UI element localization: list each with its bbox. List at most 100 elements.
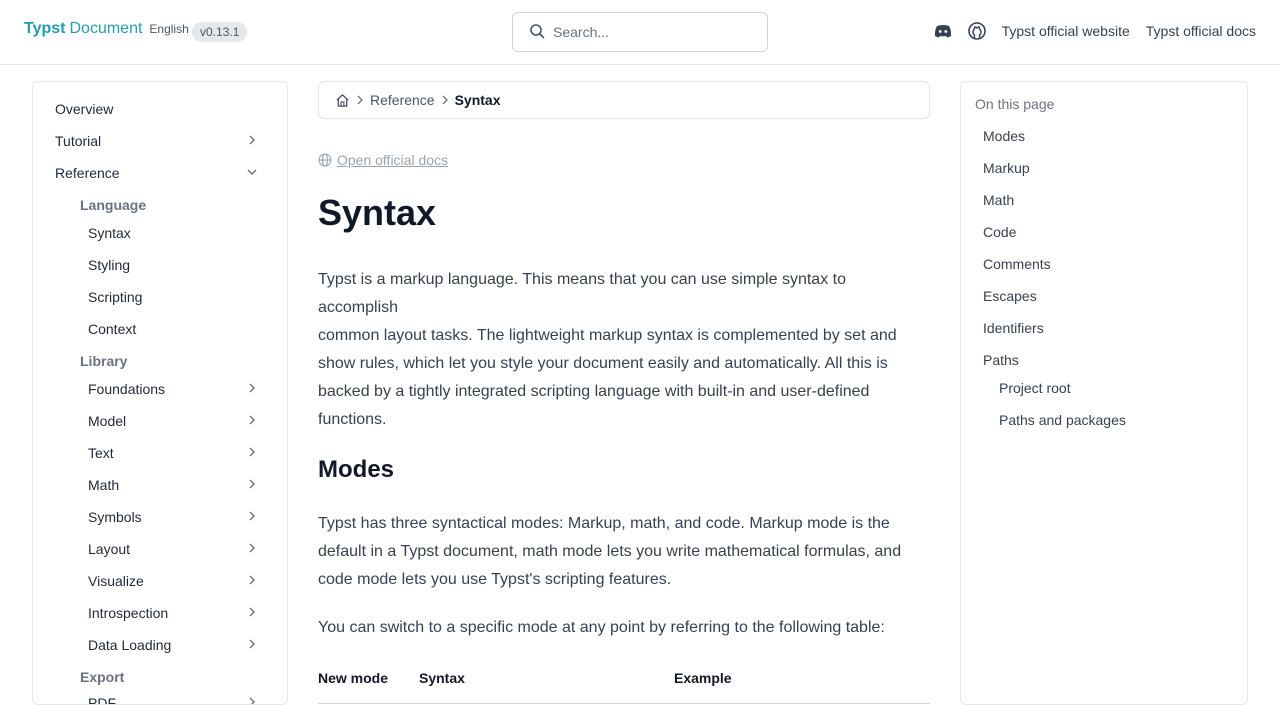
- sidebar-group-label: Library: [80, 353, 128, 369]
- breadcrumb-current: Syntax: [454, 92, 501, 108]
- sidebar-item-label: Text: [88, 445, 114, 461]
- chevron-down-icon: [247, 169, 257, 175]
- toc-item-math[interactable]: Math: [983, 192, 1014, 208]
- sidebar-group-export: Export: [33, 663, 287, 691]
- page-title: Syntax: [318, 192, 437, 233]
- table-header-new-mode: New mode: [318, 670, 389, 686]
- chevron-right-icon: [356, 95, 364, 105]
- chevron-right-icon: [441, 95, 449, 105]
- chevron-right-icon: [249, 639, 255, 649]
- sidebar-item-label: Styling: [88, 257, 131, 273]
- chevron-right-icon: [249, 607, 255, 617]
- sidebar-item-styling[interactable]: Styling: [33, 251, 287, 279]
- top-header: Typst Document English v0.13.1 Search...…: [0, 0, 1280, 65]
- chevron-right-icon: [249, 383, 255, 393]
- sidebar-item-data-loading[interactable]: Data Loading: [33, 631, 287, 659]
- sidebar-item-label: Syntax: [88, 225, 131, 241]
- toc-item-modes[interactable]: Modes: [983, 128, 1025, 144]
- sidebar-item-reference[interactable]: Reference: [33, 159, 287, 187]
- sidebar-group-language: Language: [33, 191, 287, 219]
- chevron-right-icon: [249, 697, 255, 704]
- toc-title: On this page: [975, 96, 1055, 112]
- sidebar-item-math[interactable]: Math: [33, 471, 287, 499]
- sidebar-item-tutorial[interactable]: Tutorial: [33, 127, 287, 155]
- language-switch[interactable]: English: [149, 22, 188, 36]
- chevron-right-icon: [249, 511, 255, 521]
- sidebar-group-label: Export: [80, 669, 125, 685]
- sidebar-item-label: PDF: [88, 695, 116, 705]
- sidebar-item-label: Data Loading: [88, 637, 172, 653]
- chevron-right-icon: [249, 415, 255, 425]
- sidebar-item-syntax[interactable]: Syntax: [33, 219, 287, 247]
- sidebar-item-visualize[interactable]: Visualize: [33, 567, 287, 595]
- table-divider: [318, 703, 930, 704]
- sidebar-item-context[interactable]: Context: [33, 315, 287, 343]
- modes-line: default in a Typst document, math mode l…: [318, 543, 902, 560]
- breadcrumb: Reference Syntax: [318, 81, 930, 119]
- open-official-docs-link[interactable]: Open official docs: [318, 152, 448, 168]
- sidebar-item-foundations[interactable]: Foundations: [33, 375, 287, 403]
- official-website-link[interactable]: Typst official website: [1002, 23, 1130, 39]
- sidebar-item-label: Visualize: [88, 573, 144, 589]
- sidebar-item-label: Context: [88, 321, 137, 337]
- toc-item-identifiers[interactable]: Identifiers: [983, 320, 1044, 336]
- version-badge[interactable]: v0.13.1: [192, 22, 248, 42]
- brand-typst[interactable]: Typst: [24, 20, 65, 38]
- sidebar-group-label: Language: [80, 197, 147, 213]
- intro-line: backed by a tightly integrated scripting…: [318, 383, 870, 400]
- sidebar-item-label: Math: [88, 477, 120, 493]
- intro-line: common layout tasks. The lightweight mar…: [318, 327, 897, 344]
- toc-subitem-paths-and-packages[interactable]: Paths and packages: [999, 412, 1126, 428]
- toc-subitem-project-root[interactable]: Project root: [999, 380, 1071, 396]
- search-input[interactable]: Search...: [512, 12, 768, 52]
- chevron-right-icon: [249, 447, 255, 457]
- toc-item-markup[interactable]: Markup: [983, 160, 1030, 176]
- section-heading-modes: Modes: [318, 456, 395, 483]
- table-header-example: Example: [674, 670, 732, 686]
- table-header-syntax: Syntax: [419, 670, 465, 686]
- sidebar-item-scripting[interactable]: Scripting: [33, 283, 287, 311]
- sidebar-nav: Overview Tutorial Reference Language Syn…: [32, 81, 288, 705]
- sidebar-item-overview[interactable]: Overview: [33, 95, 287, 123]
- sidebar-item-text[interactable]: Text: [33, 439, 287, 467]
- toc-item-paths[interactable]: Paths: [983, 352, 1019, 368]
- open-docs-label: Open official docs: [337, 152, 449, 168]
- sidebar-group-library: Library: [33, 347, 287, 375]
- sidebar-item-label: Foundations: [88, 381, 166, 397]
- official-docs-link[interactable]: Typst official docs: [1146, 23, 1256, 39]
- sidebar-item-pdf[interactable]: PDF: [33, 689, 287, 705]
- brand[interactable]: Typst Document English: [24, 20, 189, 38]
- sidebar-item-label: Introspection: [88, 605, 169, 621]
- github-icon[interactable]: [967, 22, 986, 40]
- search-placeholder: Search...: [553, 24, 610, 40]
- sidebar-item-symbols[interactable]: Symbols: [33, 503, 287, 531]
- toc-item-comments[interactable]: Comments: [983, 256, 1051, 272]
- sidebar-item-layout[interactable]: Layout: [33, 535, 287, 563]
- brand-document[interactable]: Document: [69, 20, 142, 38]
- toc-item-code[interactable]: Code: [983, 224, 1016, 240]
- sidebar-item-label: Reference: [55, 165, 120, 181]
- discord-icon[interactable]: [934, 22, 952, 40]
- chevron-right-icon: [249, 543, 255, 553]
- intro-line: show rules, which let you style your doc…: [318, 355, 888, 372]
- switch-mode-paragraph: You can switch to a specific mode at any…: [318, 619, 885, 636]
- home-icon[interactable]: [335, 93, 350, 108]
- globe-icon: [318, 153, 332, 167]
- sidebar-item-label: Overview: [55, 101, 114, 117]
- sidebar-item-introspection[interactable]: Introspection: [33, 599, 287, 627]
- sidebar-item-label: Tutorial: [55, 133, 102, 149]
- chevron-right-icon: [249, 479, 255, 489]
- sidebar-item-label: Symbols: [88, 509, 142, 525]
- chevron-right-icon: [249, 575, 255, 585]
- intro-paragraph: Typst is a markup language. This means t…: [318, 266, 930, 434]
- breadcrumb-reference[interactable]: Reference: [370, 92, 435, 108]
- sidebar-item-label: Model: [88, 413, 127, 429]
- toc-item-escapes[interactable]: Escapes: [983, 288, 1037, 304]
- modes-paragraph: Typst has three syntactical modes: Marku…: [318, 510, 930, 594]
- sidebar-item-label: Scripting: [88, 289, 143, 305]
- sidebar-item-model[interactable]: Model: [33, 407, 287, 435]
- modes-line: Typst has three syntactical modes: Marku…: [318, 515, 890, 532]
- modes-line: code mode lets you use Typst's scripting…: [318, 571, 672, 588]
- chevron-right-icon: [249, 135, 255, 145]
- sidebar-item-label: Layout: [88, 541, 131, 557]
